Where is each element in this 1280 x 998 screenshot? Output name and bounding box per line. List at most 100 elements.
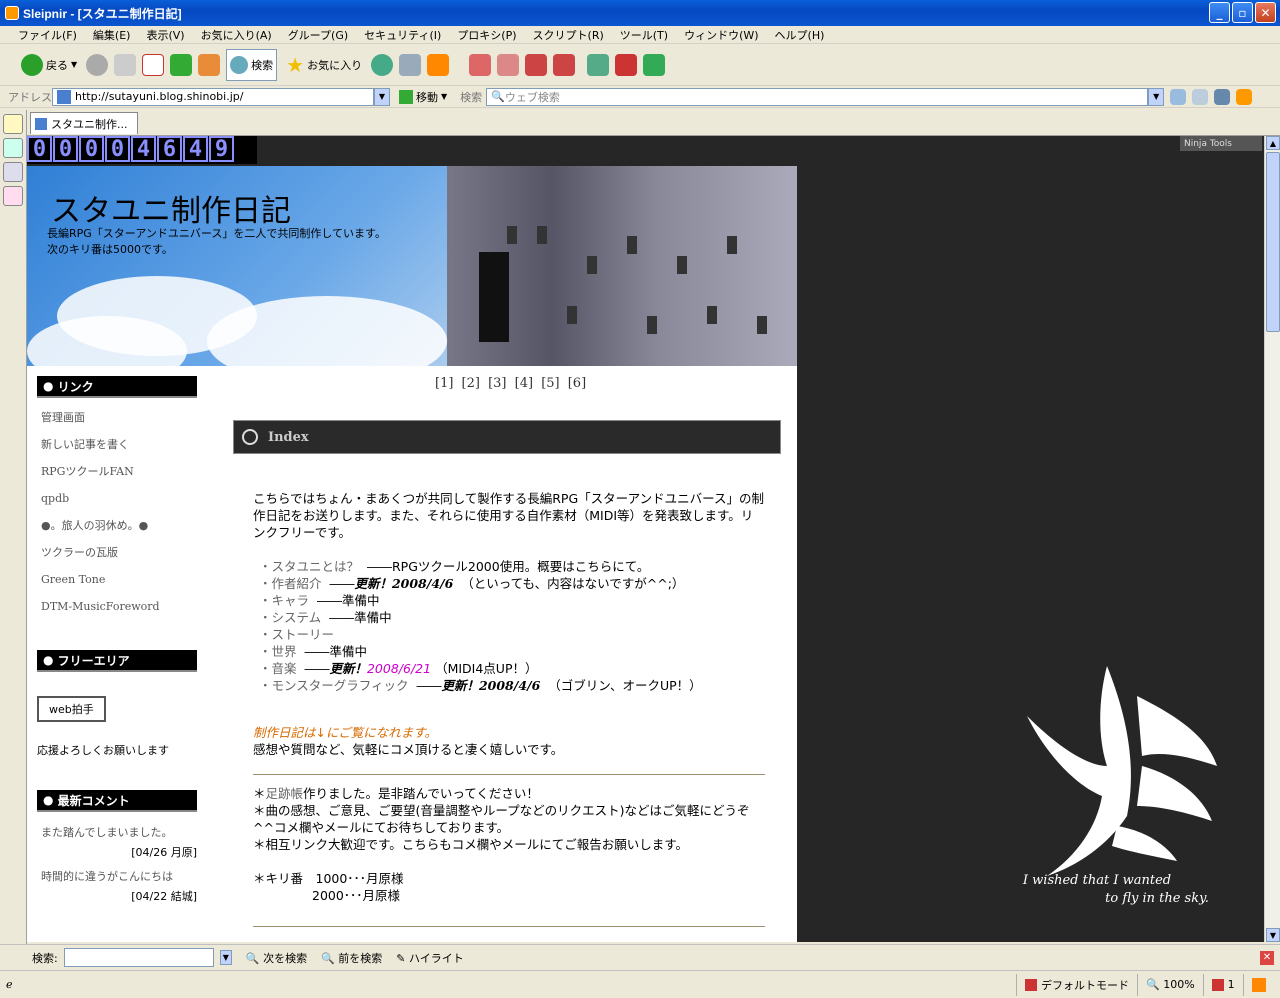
address-dropdown-icon[interactable]: ▼: [374, 87, 390, 106]
back-button[interactable]: 戻る ▼: [18, 49, 80, 81]
home-icon[interactable]: [198, 53, 221, 76]
cheer-text: 応援よろしくお願いします: [37, 744, 169, 757]
web-search-input[interactable]: 🔍 ウェブ検索: [486, 87, 1149, 106]
history-icon[interactable]: [371, 53, 394, 76]
index-dash: ――: [329, 576, 355, 591]
proxy-flag-icon[interactable]: [615, 53, 638, 76]
index-link[interactable]: ・作者紹介: [259, 576, 322, 591]
ninja-tools-badge[interactable]: Ninja Tools: [1180, 136, 1262, 151]
close-right-icon[interactable]: [553, 53, 576, 76]
link-item[interactable]: 新しい記事を書く: [41, 437, 197, 464]
window-icon[interactable]: [587, 53, 610, 76]
menu-view[interactable]: 表示(V): [146, 27, 184, 43]
stop-icon[interactable]: [142, 53, 165, 76]
amazon-icon[interactable]: [1236, 88, 1253, 105]
close-tab-icon[interactable]: [469, 53, 492, 76]
find-dropdown-icon[interactable]: ▼: [219, 950, 232, 965]
highlight-icon[interactable]: [1214, 88, 1231, 105]
menu-edit[interactable]: 編集(E): [93, 27, 131, 43]
menu-script[interactable]: スクリプト(R): [533, 27, 604, 43]
menu-proxy[interactable]: プロキシ(P): [457, 27, 516, 43]
maximize-button[interactable]: ▫: [1232, 2, 1253, 23]
web-search-dropdown-icon[interactable]: ▼: [1148, 87, 1165, 106]
menu-help[interactable]: ヘルプ(H): [775, 27, 825, 43]
rss-icon[interactable]: [427, 53, 450, 76]
go-button[interactable]: 移動 ▼: [396, 81, 450, 113]
sidebar-history-icon[interactable]: [3, 138, 23, 158]
comments-list: また踏んでしまいました。 [04/26 月原] 時間的に違うがこんにちは [04…: [37, 824, 197, 904]
index-link[interactable]: ・音楽: [259, 661, 297, 676]
pagination[interactable]: [1] [2] [3] [4] [5] [6]: [435, 376, 586, 391]
tab-bar: スタユニ制作...: [27, 110, 1280, 136]
index-link[interactable]: ・世界: [259, 644, 297, 659]
link-item[interactable]: DTM-MusicForeword: [41, 599, 197, 626]
scroll-up-icon[interactable]: ▲: [1266, 136, 1280, 150]
scroll-thumb[interactable]: [1266, 152, 1280, 332]
find-prev-button[interactable]: 🔍 前を検索: [321, 950, 382, 966]
site-title[interactable]: スタユニ制作日記: [51, 186, 291, 230]
counter-digit: 9: [209, 136, 234, 162]
link-item[interactable]: ツクラーの瓦版: [41, 545, 197, 572]
webclap-button[interactable]: web拍手: [37, 696, 106, 722]
window-title: Sleipnir - [スタユニ制作日記]: [23, 6, 182, 21]
guestbook-link[interactable]: 足跡帳: [266, 786, 304, 801]
search-page-icon[interactable]: [1192, 88, 1209, 105]
index-link[interactable]: ・キャラ: [259, 593, 309, 608]
link-item[interactable]: RPGツクールFAN: [41, 464, 197, 491]
index-link[interactable]: ・システム: [259, 610, 321, 625]
address-input[interactable]: http://sutayuni.blog.shinobi.jp/: [52, 87, 374, 106]
sidebar-tree-icon[interactable]: [3, 162, 23, 182]
index-dash: ――: [416, 678, 442, 693]
link-item[interactable]: Green Tone: [41, 572, 197, 599]
status-count[interactable]: 1: [1202, 973, 1243, 996]
status-zoom[interactable]: 🔍 100%: [1137, 973, 1203, 996]
sidebar-memo-icon[interactable]: [3, 186, 23, 206]
close-all-icon[interactable]: [497, 53, 520, 76]
index-link[interactable]: ・スタユニとは？: [259, 559, 359, 574]
refresh-icon[interactable]: [170, 53, 193, 76]
find-bar: 検索: ▼ 🔍 次を検索 🔍 前を検索 ✎ ハイライト ✕: [0, 944, 1280, 970]
tab-count-icon: [1211, 978, 1224, 991]
menu-security[interactable]: セキュリティ(I): [364, 27, 441, 43]
menu-window[interactable]: ウィンドウ(W): [684, 27, 758, 43]
forward-arrow-icon[interactable]: [86, 53, 109, 76]
close-left-icon[interactable]: [525, 53, 548, 76]
site-desc-line2: 次のキリ番は5000です。: [47, 243, 173, 256]
proxy-flag2-icon[interactable]: [643, 53, 666, 76]
find-next-button[interactable]: 🔍 次を検索: [246, 950, 307, 966]
go-dropdown-icon[interactable]: ▼: [441, 92, 447, 101]
highlight-button[interactable]: ✎ ハイライト: [396, 950, 464, 966]
link-item[interactable]: qpdb: [41, 491, 197, 518]
scroll-down-icon[interactable]: ▼: [1266, 928, 1280, 942]
up-folder-icon[interactable]: [114, 53, 137, 76]
status-mode[interactable]: デフォルトモード: [1016, 973, 1137, 996]
menu-group[interactable]: グループ(G): [288, 27, 348, 43]
find-close-icon[interactable]: ✕: [1260, 950, 1274, 965]
comment-item[interactable]: 時間的に違うがこんにちは: [41, 868, 197, 884]
close-button[interactable]: ✕: [1255, 2, 1276, 23]
link-item[interactable]: 管理画面: [41, 410, 197, 437]
back-dropdown-icon[interactable]: ▼: [71, 60, 77, 69]
menu-tools[interactable]: ツール(T): [620, 27, 668, 43]
vertical-scrollbar[interactable]: ▲ ▼: [1264, 136, 1280, 942]
tab-current[interactable]: スタユニ制作...: [30, 112, 138, 134]
search-go-icon[interactable]: [1170, 88, 1187, 105]
menu-favorites[interactable]: お気に入り(A): [201, 27, 272, 43]
note-text: ＊曲の感想、ご意見、ご要望(音量調整やループなどのリクエスト)などはご気軽にどう…: [253, 803, 750, 835]
sidebar-favorites-icon[interactable]: [3, 114, 23, 134]
counter-digit: 4: [131, 136, 156, 162]
search-toggle-button[interactable]: 検索: [226, 48, 278, 81]
status-rss[interactable]: [1242, 973, 1274, 996]
address-url: http://sutayuni.blog.shinobi.jp/: [75, 90, 244, 103]
tree-icon[interactable]: [399, 53, 422, 76]
link-item[interactable]: ●。旅人の羽休め。●: [41, 518, 197, 545]
minimize-button[interactable]: _: [1209, 2, 1230, 23]
back-label: 戻る: [46, 58, 68, 72]
comment-item[interactable]: また踏んでしまいました。: [41, 824, 197, 840]
find-input[interactable]: [63, 948, 214, 967]
favorites-button[interactable]: ★ お気に入り: [283, 49, 365, 81]
index-link[interactable]: ・モンスターグラフィック: [259, 678, 409, 693]
index-link[interactable]: ・ストーリー: [259, 627, 334, 642]
entry-heading-text[interactable]: Index: [268, 430, 309, 445]
menu-file[interactable]: ファイル(F): [18, 27, 77, 43]
